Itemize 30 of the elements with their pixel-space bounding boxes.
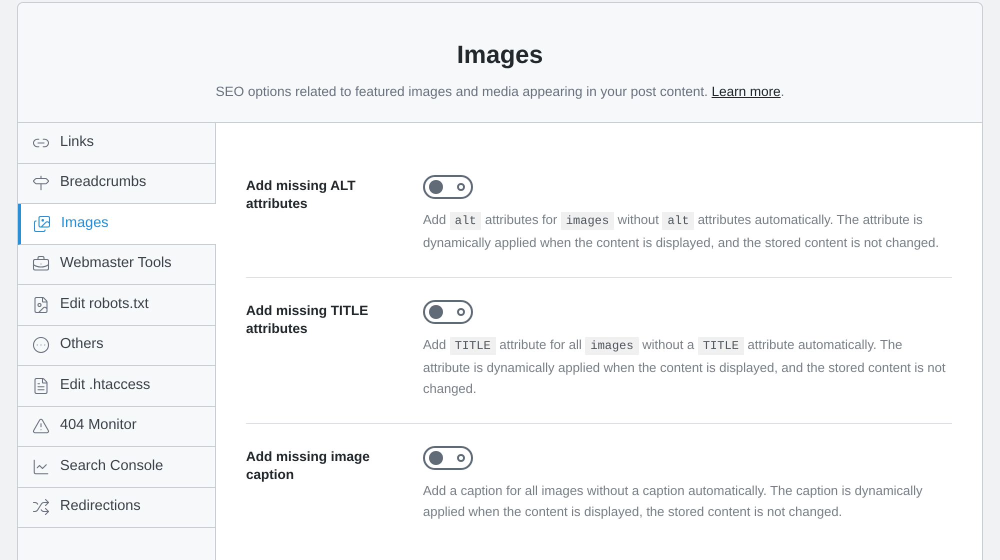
document-icon — [32, 376, 50, 395]
setting-label: Add missing ALT attributes — [246, 177, 356, 213]
page-subtitle: SEO options related to featured images and media appearing in your post content. Learn more. — [216, 83, 784, 102]
signpost-icon — [32, 174, 50, 192]
setting-label: Add missing TITLE attributes — [246, 302, 370, 338]
toolbox-icon — [32, 255, 50, 274]
page-title: Images — [456, 40, 544, 71]
sidebar-item[interactable]: Edit robots.txt — [18, 285, 215, 326]
setting-description: Add TITLE attribute for all images without a TITLE attribute automatically. The attribute is dynamically applied when the content is displayed, and the stored content is not changed. — [423, 336, 946, 398]
setting-description: Add a caption for all images without a caption automatically. The caption is dynamically applied when the content is displayed, the stored content is not changed. — [423, 482, 924, 521]
chart-icon — [32, 458, 50, 476]
sidebar-item[interactable]: Links — [18, 123, 215, 164]
sidebar-item[interactable]: Others — [18, 326, 215, 366]
sidebar-item[interactable]: Images — [18, 204, 216, 244]
sidebar-item[interactable]: 404 Monitor — [18, 406, 215, 447]
shuffle-icon — [32, 498, 50, 516]
toggle-switch[interactable] — [423, 446, 473, 470]
sidebar-item[interactable]: Redirections — [18, 488, 215, 528]
setting-description: Add alt attributes for images without alt attributes automatically. The attribute is dynamically applied when the content is displayed, and the stored content is not changed. — [423, 211, 940, 252]
images-icon — [33, 214, 51, 233]
toggle-switch[interactable] — [423, 175, 473, 199]
file-icon — [32, 296, 50, 314]
warning-icon — [32, 417, 50, 436]
toggle-switch[interactable] — [423, 300, 473, 324]
learn-more-link[interactable]: Learn more — [712, 84, 781, 100]
setting-label: Add missing image caption — [246, 448, 371, 484]
sidebar-item[interactable]: Search Console — [18, 447, 215, 488]
sidebar-item[interactable]: Edit .htaccess — [18, 366, 215, 406]
circle-dots-icon — [32, 336, 50, 354]
sidebar-item[interactable]: Webmaster Tools — [18, 244, 215, 285]
